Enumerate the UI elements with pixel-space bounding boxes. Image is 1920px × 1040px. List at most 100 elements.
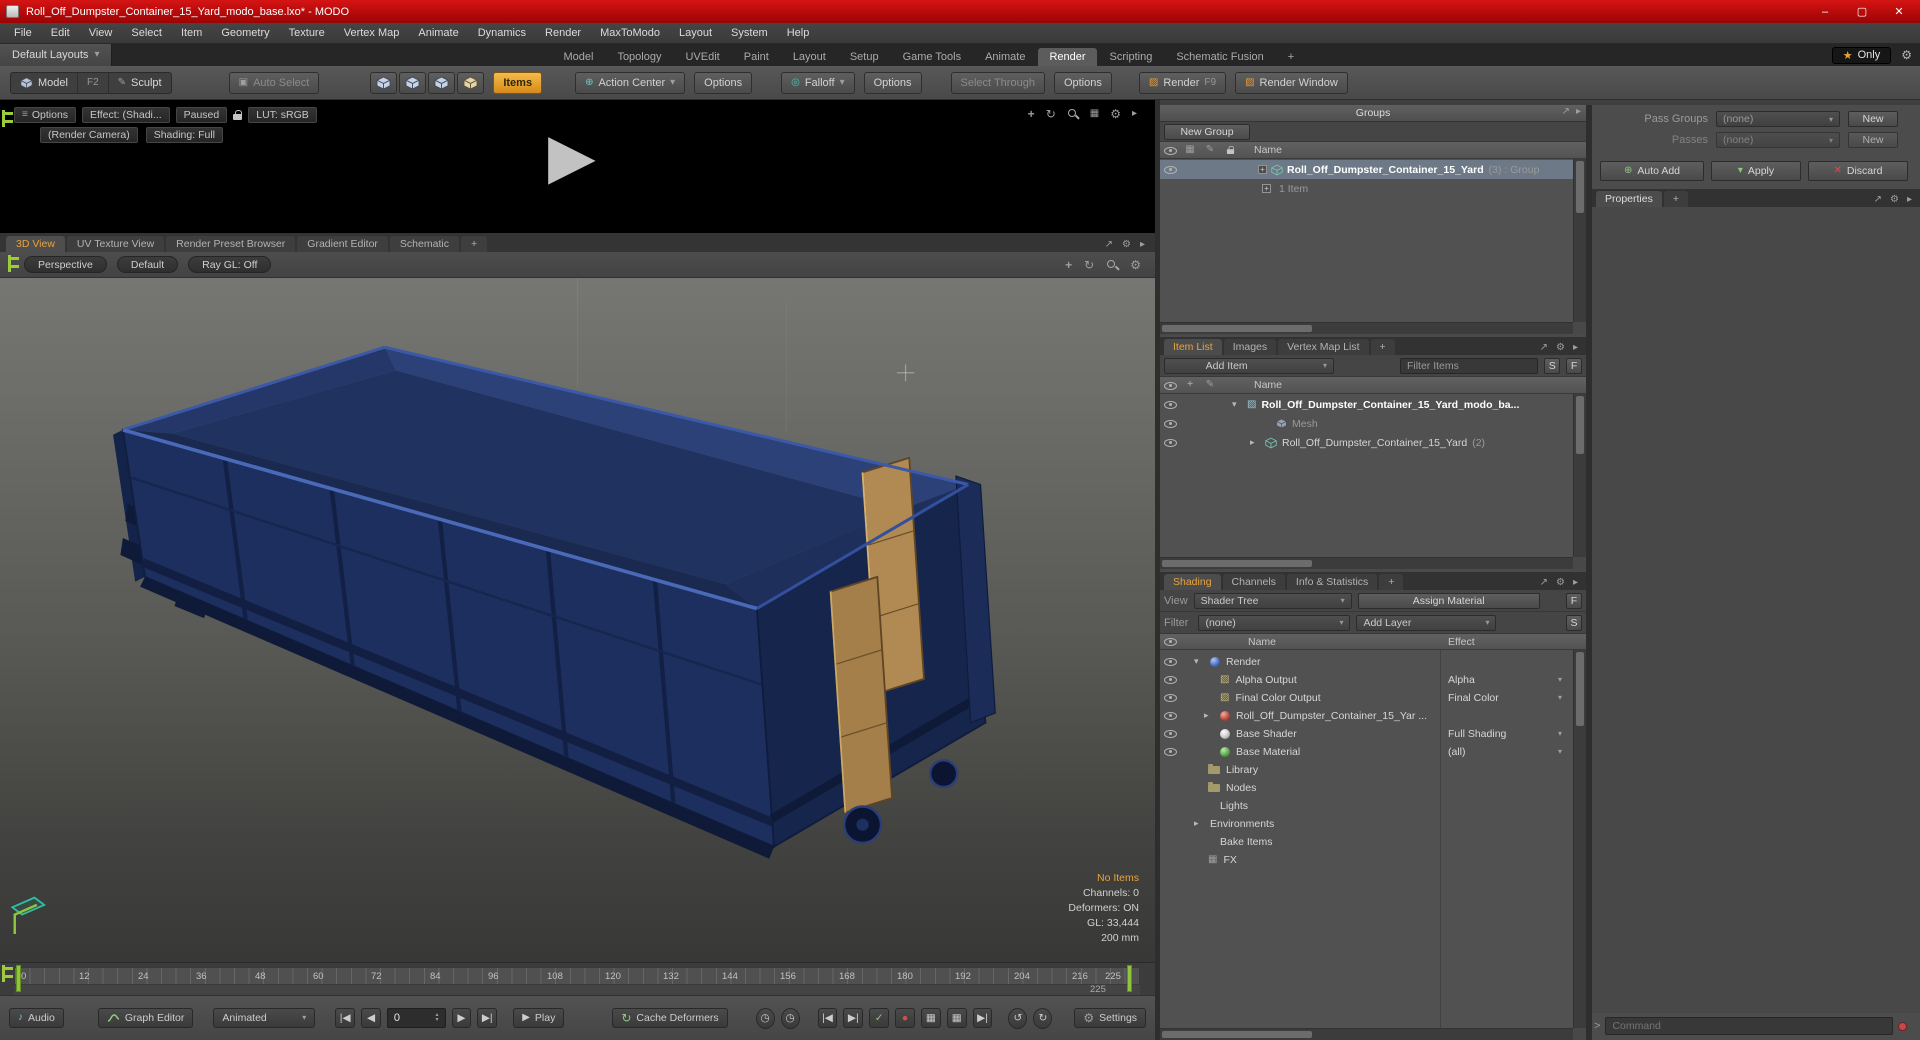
shader-row-fx[interactable]: ▦ FX — [1160, 850, 1573, 869]
layout-tab-setup[interactable]: Setup — [839, 48, 890, 66]
time-system-button[interactable]: ◷ — [755, 1007, 775, 1029]
expand-toggle[interactable]: ▾ — [1232, 399, 1242, 410]
previous-frame-button[interactable]: ◀ — [361, 1008, 381, 1028]
item-list-vertical-scrollbar[interactable] — [1573, 394, 1586, 557]
more-icon[interactable]: ▸ — [1573, 578, 1578, 588]
layout-tab-uvedit[interactable]: UVEdit — [674, 48, 730, 66]
animation-mode-dropdown[interactable]: Animated ▾ — [213, 1008, 316, 1028]
timeline-current-frame-marker[interactable] — [16, 965, 21, 992]
add-tab-button[interactable]: + — [1663, 191, 1688, 207]
tab-images[interactable]: Images — [1223, 339, 1277, 355]
undo-loop-button[interactable]: ↺ — [1008, 1007, 1028, 1029]
items-selection-mode-button[interactable]: Items — [493, 71, 543, 94]
pan-icon[interactable]: + — [1028, 108, 1035, 120]
menu-item-dynamics[interactable]: Dynamics — [478, 27, 526, 39]
effect-dropdown-caret[interactable]: ▾ — [1558, 747, 1562, 756]
expand-icon[interactable]: ↗ — [1540, 578, 1548, 588]
audio-button[interactable]: ♪ Audio — [9, 1008, 64, 1028]
gear-icon[interactable]: ⚙ — [1901, 48, 1912, 62]
add-layout-tab-button[interactable]: + — [1277, 48, 1305, 66]
shading-horizontal-scrollbar[interactable] — [1160, 1028, 1573, 1040]
falloff-options-button[interactable]: Options — [863, 71, 922, 94]
menu-item-edit[interactable]: Edit — [51, 27, 70, 39]
perspective-dropdown[interactable]: Perspective — [24, 256, 107, 273]
tab-uv-texture-view[interactable]: UV Texture View — [66, 236, 165, 252]
play-button[interactable]: ▶ Play — [513, 1008, 565, 1028]
item-list-horizontal-scrollbar[interactable] — [1160, 557, 1573, 569]
gear-icon[interactable]: ⚙ — [1130, 259, 1141, 271]
vertices-mode-button[interactable] — [370, 71, 398, 94]
3d-viewport[interactable]: No Items Channels: 0 Deformers: ON GL: 3… — [0, 278, 1155, 962]
shading-preset-dropdown[interactable]: Default — [116, 256, 179, 273]
menu-item-item[interactable]: Item — [181, 27, 202, 39]
auto-add-button[interactable]: ⊕ Auto Add — [1600, 161, 1704, 181]
layout-tab-schematic-fusion[interactable]: Schematic Fusion — [1165, 48, 1274, 66]
expand-icon[interactable]: ↗ — [1874, 195, 1882, 205]
key-next-button[interactable]: ▶| — [843, 1008, 864, 1028]
discard-button[interactable]: ✕ Discard — [1808, 161, 1908, 181]
redo-loop-button[interactable]: ↻ — [1033, 1007, 1053, 1029]
more-icon[interactable]: ▸ — [1907, 195, 1912, 205]
action-center-dropdown[interactable]: ⊕ Action Center ▾ — [575, 71, 686, 94]
add-tab-button[interactable]: + — [1379, 574, 1404, 590]
filter-mode-button[interactable]: F — [1566, 357, 1583, 374]
tab-vertex-map-list[interactable]: Vertex Map List — [1278, 339, 1369, 355]
gear-icon[interactable]: ⚙ — [1890, 195, 1899, 205]
item-row[interactable]: ▸ Roll_Off_Dumpster_Container_15_Yard (2… — [1160, 433, 1573, 452]
item-list[interactable]: ▾ ▨ Roll_Off_Dumpster_Container_15_Yard_… — [1160, 394, 1573, 557]
tab-shading[interactable]: Shading — [1164, 574, 1221, 590]
settings-button[interactable]: ⚙ Settings — [1074, 1008, 1147, 1028]
polygons-mode-button[interactable] — [428, 71, 456, 94]
record-button[interactable]: ● — [895, 1008, 915, 1028]
minimize-button[interactable]: – — [1810, 3, 1840, 21]
menu-item-layout[interactable]: Layout — [679, 27, 712, 39]
frame-stepper[interactable]: ▴ ▾ — [435, 1012, 438, 1023]
go-to-start-button[interactable]: |◀ — [335, 1008, 356, 1028]
tab-3d-view[interactable]: 3D View — [6, 236, 65, 252]
apply-button[interactable]: ▾ Apply — [1711, 161, 1801, 181]
graph-editor-button[interactable]: Graph Editor — [97, 1008, 194, 1028]
menu-item-animate[interactable]: Animate — [418, 27, 458, 39]
expand-toggle[interactable]: ▾ — [1194, 656, 1204, 667]
new-pass-group-button[interactable]: New — [1848, 111, 1898, 127]
time-range-button[interactable]: ◷ — [780, 1007, 800, 1029]
layout-tab-topology[interactable]: Topology — [606, 48, 672, 66]
shader-tree[interactable]: ▾ Render ▨ Alpha Output Alpha ▾ ▨ Final … — [1160, 650, 1573, 1028]
tab-render-preset-browser[interactable]: Render Preset Browser — [166, 236, 296, 252]
preview-lut-dropdown[interactable]: LUT: sRGB — [248, 107, 317, 123]
add-tab-button[interactable]: + — [1370, 339, 1395, 355]
sculpt-mode-button[interactable]: ✎ Sculpt — [109, 73, 171, 93]
expand-icon[interactable]: ↗ — [1562, 107, 1570, 117]
layout-tab-scripting[interactable]: Scripting — [1099, 48, 1164, 66]
grid-icon[interactable]: ▦ — [1090, 109, 1099, 119]
maximize-button[interactable]: ▢ — [1847, 3, 1877, 21]
rotate-icon[interactable]: ↻ — [1084, 259, 1094, 271]
filter-items-input[interactable]: Filter Items — [1399, 357, 1539, 374]
render-preview-viewport[interactable]: ≡ Options Effect: (Shadi... Paused LUT: … — [0, 100, 1155, 233]
shader-row-alpha-output[interactable]: ▨ Alpha Output Alpha ▾ — [1160, 670, 1573, 689]
groups-vertical-scrollbar[interactable] — [1573, 159, 1586, 322]
shader-row-base-shader[interactable]: Base Shader Full Shading ▾ — [1160, 724, 1573, 743]
visibility-eye-icon[interactable] — [1163, 747, 1177, 756]
rotate-icon[interactable]: ↻ — [1046, 108, 1056, 120]
channel-grid-button[interactable]: ▦ — [946, 1008, 967, 1028]
layout-tab-render[interactable]: Render — [1038, 48, 1097, 66]
menu-item-file[interactable]: File — [14, 27, 32, 39]
visibility-eye-icon[interactable] — [1163, 711, 1177, 720]
tab-item-list[interactable]: Item List — [1164, 339, 1222, 355]
menu-item-render[interactable]: Render — [545, 27, 581, 39]
item-row[interactable]: ▾ ▨ Roll_Off_Dumpster_Container_15_Yard_… — [1160, 395, 1573, 414]
menu-item-system[interactable]: System — [731, 27, 768, 39]
select-through-options-button[interactable]: Options — [1053, 71, 1112, 94]
viewport-thumb-marker[interactable] — [2, 110, 15, 127]
raygl-toggle[interactable]: Ray GL: Off — [188, 256, 272, 273]
shading-vertical-scrollbar[interactable] — [1573, 650, 1586, 1028]
menu-item-help[interactable]: Help — [787, 27, 810, 39]
more-icon[interactable]: ▸ — [1576, 107, 1581, 117]
shader-row-library[interactable]: Library — [1160, 760, 1573, 779]
tab-gradient-editor[interactable]: Gradient Editor — [297, 236, 388, 252]
auto-select-button[interactable]: ▣ Auto Select — [228, 71, 320, 94]
groups-horizontal-scrollbar[interactable] — [1160, 322, 1573, 334]
zoom-icon[interactable] — [1067, 108, 1079, 120]
visibility-eye-icon[interactable] — [1163, 419, 1177, 428]
